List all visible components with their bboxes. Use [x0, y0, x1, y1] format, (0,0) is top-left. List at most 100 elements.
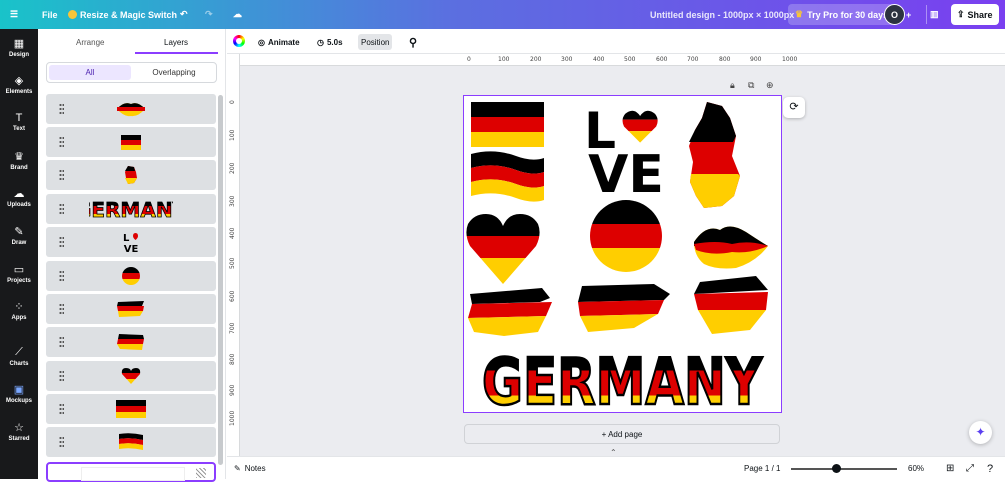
layer-item[interactable]: [46, 127, 216, 157]
drag-handle-icon[interactable]: [59, 403, 64, 415]
refresh-icon[interactable]: ⟳: [783, 97, 805, 118]
zoom-handle[interactable]: [831, 463, 841, 473]
resize-magic-switch-button[interactable]: Resize & Magic Switch: [68, 0, 177, 29]
rail-item-draw[interactable]: ✎ Draw: [0, 225, 38, 246]
document-title[interactable]: Untitled design - 1000px × 1000px: [650, 0, 794, 29]
drag-handle-icon[interactable]: [59, 136, 64, 148]
germany-text[interactable]: GERMANY: [481, 345, 764, 422]
duration-button[interactable]: ◷ 5.0s: [314, 34, 346, 50]
circle-flag[interactable]: [584, 196, 668, 276]
tab-arrange[interactable]: Arrange: [76, 38, 104, 47]
love-thumb-ve: VE: [124, 244, 139, 253]
rail-label: Charts: [9, 361, 29, 367]
rect-flag[interactable]: [471, 102, 544, 147]
drag-handle-icon[interactable]: [59, 236, 64, 248]
selected-layer-background[interactable]: [46, 462, 216, 482]
drag-handle-icon[interactable]: [59, 370, 64, 382]
rail-label: Starred: [8, 436, 30, 442]
resize-label: Resize & Magic Switch: [80, 9, 178, 20]
fullscreen-icon[interactable]: ⤢: [966, 457, 974, 480]
notes-button[interactable]: ✎ Notes: [234, 457, 266, 480]
zoom-slider[interactable]: [791, 457, 897, 480]
ruler-vertical: 0 100 200 300 400 500 600 700 800 900 10…: [227, 54, 240, 456]
love-thumb-l: L: [123, 233, 130, 244]
avatar[interactable]: O: [884, 4, 905, 25]
drag-handle-icon[interactable]: [59, 303, 64, 315]
rail-item-projects[interactable]: ▭ Projects: [0, 263, 38, 284]
tab-layers[interactable]: Layers: [164, 38, 188, 47]
animate-button[interactable]: ◎ Animate: [255, 34, 303, 50]
add-collaborator-icon[interactable]: +: [906, 0, 911, 29]
layer-item[interactable]: [46, 94, 216, 124]
add-page-icon[interactable]: ⊕: [766, 80, 774, 91]
ruler-tick: 800: [719, 56, 731, 63]
rail-item-brand[interactable]: ♛ Brand: [0, 150, 38, 171]
layer-item[interactable]: [46, 427, 216, 457]
drag-handle-icon[interactable]: [59, 336, 64, 348]
duplicate-page-icon[interactable]: ⧉: [748, 80, 754, 91]
brush-flag-2[interactable]: [578, 284, 670, 332]
paint-roller-icon[interactable]: ⚲: [406, 34, 420, 50]
layer-item[interactable]: GERMANY: [46, 194, 216, 224]
drag-handle-icon[interactable]: [59, 270, 64, 282]
grid-view-icon[interactable]: ⊞: [946, 457, 954, 480]
rail-item-apps[interactable]: ⁘ Apps: [0, 300, 38, 321]
rail-item-text[interactable]: T Text: [0, 112, 38, 132]
drag-handle-icon[interactable]: [59, 103, 64, 115]
wave-flag[interactable]: [471, 151, 544, 202]
rail-item-uploads[interactable]: ☁ Uploads: [0, 187, 38, 208]
rail-item-charts[interactable]: ⟋ Charts: [0, 346, 38, 367]
layer-item[interactable]: [46, 160, 216, 190]
add-page-button[interactable]: + Add page: [464, 424, 780, 444]
lips-flag[interactable]: [694, 226, 768, 269]
love-text[interactable]: L VE: [584, 102, 664, 205]
layer-item[interactable]: L VE: [46, 227, 216, 257]
layer-item[interactable]: [46, 294, 216, 324]
star-icon: ☆: [14, 422, 24, 434]
rail-item-elements[interactable]: ◈ Elements: [0, 74, 38, 95]
layer-item[interactable]: [46, 261, 216, 291]
magic-assistant-icon[interactable]: ✦: [969, 421, 992, 444]
rail-label: Text: [13, 126, 25, 132]
drag-handle-icon[interactable]: [59, 436, 64, 448]
filter-all-button[interactable]: All: [49, 65, 131, 80]
brush-flag-small[interactable]: [694, 276, 768, 334]
ruler-tick: 900: [750, 56, 762, 63]
help-icon[interactable]: ?: [987, 457, 993, 480]
zoom-track[interactable]: [791, 463, 897, 473]
layer-item[interactable]: [46, 327, 216, 357]
share-button[interactable]: ⇪ Share: [951, 4, 999, 25]
layer-item[interactable]: [46, 361, 216, 391]
design-page[interactable]: L VE GERMANY: [463, 95, 782, 422]
rail-item-starred[interactable]: ☆ Starred: [0, 421, 38, 442]
share-label: Share: [967, 9, 993, 20]
ruler-tick: 800: [229, 353, 236, 365]
love-text-thumbnail: LVE: [123, 233, 139, 253]
try-pro-label: Try Pro for 30 days: [807, 9, 889, 20]
heart-flag[interactable]: [464, 212, 544, 286]
rail-item-mockups[interactable]: ▣ Mockups: [0, 383, 38, 404]
brush-flag-thumbnail: [117, 334, 144, 350]
ruler-tick: 1000: [229, 410, 236, 426]
page-controls: 🔒︎ ⧉ ⊕: [728, 80, 778, 92]
analytics-icon[interactable]: ▥: [930, 0, 939, 29]
rail-item-design[interactable]: ▦ Design: [0, 37, 38, 58]
brush-flag-1[interactable]: [468, 288, 552, 336]
try-pro-button[interactable]: ♛ Try Pro for 30 days: [788, 4, 896, 25]
redo-icon[interactable]: ↷: [205, 0, 213, 29]
file-menu-button[interactable]: File: [42, 0, 58, 29]
lock-icon[interactable]: 🔒︎: [730, 80, 735, 91]
layer-item[interactable]: [46, 394, 216, 424]
zoom-percentage[interactable]: 60%: [908, 457, 924, 480]
hamburger-icon[interactable]: ☰: [10, 0, 26, 29]
drag-handle-icon[interactable]: [59, 169, 64, 181]
undo-icon[interactable]: ↶: [180, 0, 188, 29]
cloud-save-icon[interactable]: ☁: [233, 0, 242, 29]
panel-scrollbar[interactable]: [218, 95, 223, 465]
drag-handle-icon[interactable]: [59, 203, 64, 215]
page-counter[interactable]: Page 1 / 1: [744, 457, 780, 480]
germany-map[interactable]: [689, 102, 740, 208]
filter-overlapping-button[interactable]: Overlapping: [133, 65, 215, 80]
position-button[interactable]: Position: [358, 34, 393, 50]
color-picker-icon[interactable]: [233, 35, 245, 47]
